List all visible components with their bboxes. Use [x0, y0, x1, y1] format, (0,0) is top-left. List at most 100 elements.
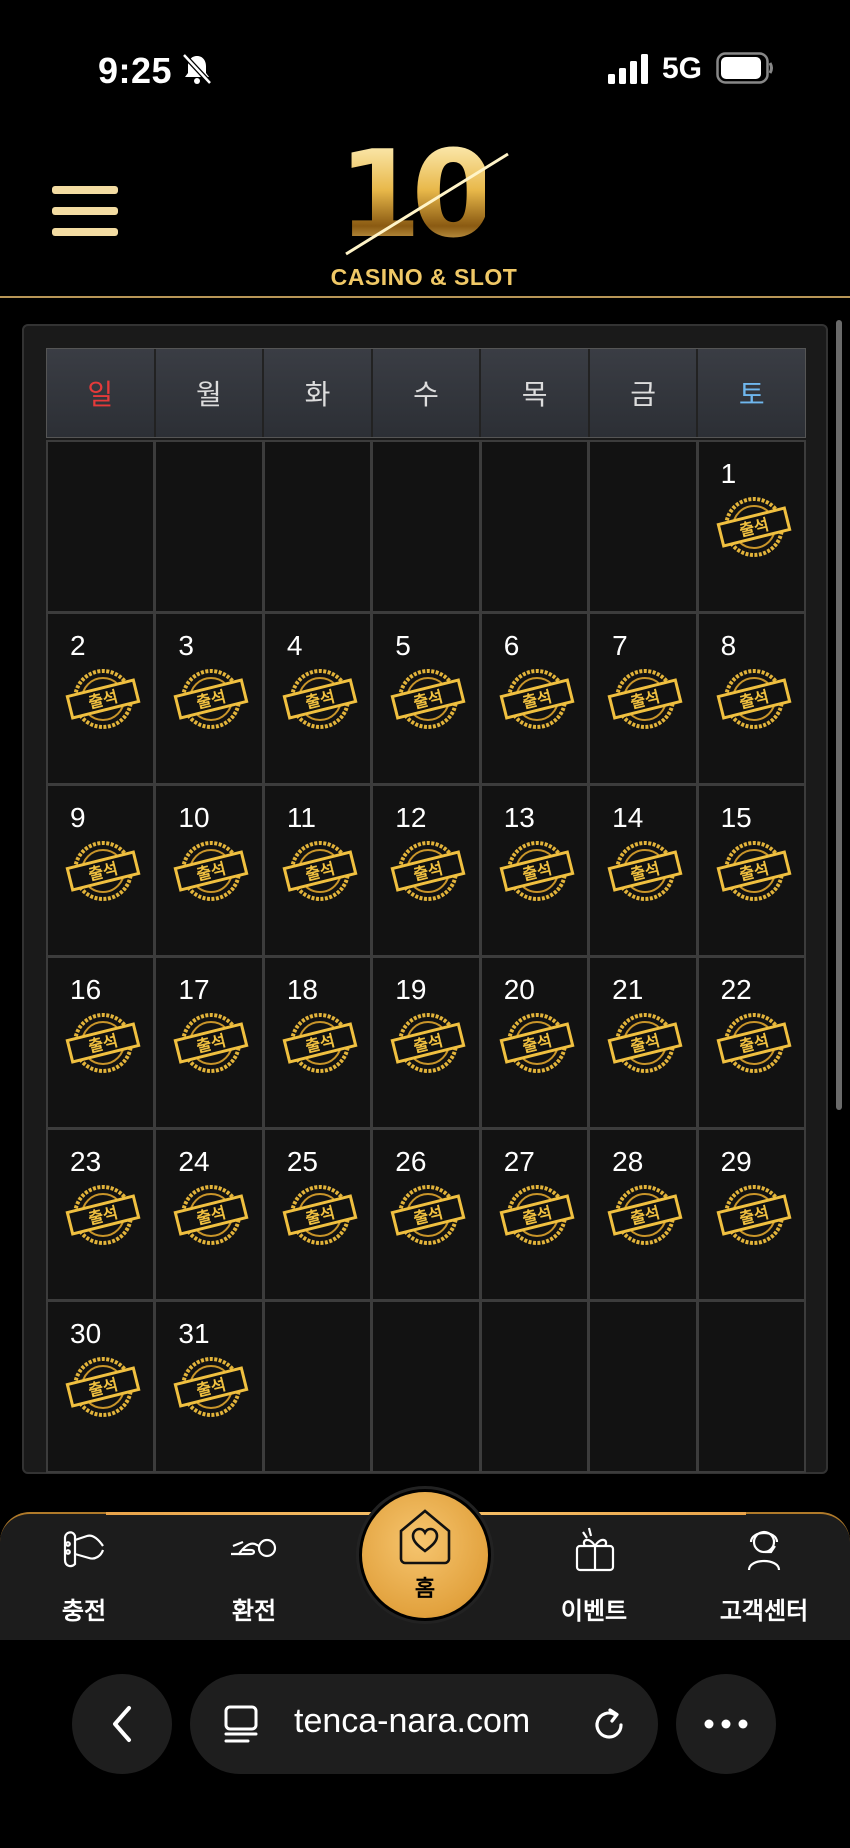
calendar-day-cell[interactable]: 20 출석	[481, 958, 588, 1127]
weekday-sunday: 일	[47, 349, 156, 437]
calendar-day-cell[interactable]: 3 출석	[156, 614, 262, 783]
calendar-day-cell[interactable]: 16 출석	[48, 958, 154, 1127]
day-number: 31	[178, 1318, 210, 1349]
calendar-day-cell[interactable]: 30 출석	[48, 1302, 154, 1471]
calendar-day-cell[interactable]: 27 출석	[481, 1130, 588, 1299]
page-scrollbar[interactable]	[836, 320, 842, 1110]
day-number: 24	[178, 1146, 210, 1177]
calendar-day-cell[interactable]: 5 출석	[373, 614, 479, 783]
calendar-day-cell[interactable]: 17 출석	[156, 958, 262, 1127]
calendar-day-cell[interactable]: 25 출석	[264, 1130, 371, 1299]
nav-home-button[interactable]: 홈	[356, 1486, 494, 1624]
attendance-stamp-icon: 출석	[499, 841, 575, 901]
attendance-stamp-icon: 출석	[173, 1013, 249, 1073]
calendar-day-cell[interactable]: 12 출석	[373, 786, 479, 955]
attendance-stamp-icon: 출석	[607, 1013, 683, 1073]
day-number: 14	[612, 802, 644, 833]
calendar-day-cell[interactable]: 31 출석	[156, 1302, 262, 1471]
nav-event[interactable]: 이벤트	[534, 1524, 654, 1626]
calendar-grid: 1 출석 2 출석 3 출석 4 출석 5 출석 6 출석 7 출석 8 출석 9 출석 10 출석 11 출석 12 출석 1…	[46, 440, 806, 1473]
attendance-stamp-icon: 출석	[282, 841, 358, 901]
day-number: 29	[720, 1146, 752, 1177]
day-number: 30	[70, 1318, 102, 1349]
calendar-day-cell[interactable]: 14 출석	[590, 786, 696, 955]
menu-line	[52, 186, 118, 194]
network-label: 5G	[662, 52, 703, 85]
calendar-day-cell[interactable]: 8 출석	[698, 614, 804, 783]
day-number: 11	[286, 802, 316, 833]
calendar-day-cell[interactable]: 4 출석	[264, 614, 371, 783]
logo-slash-icon	[345, 152, 509, 256]
calendar-day-cell[interactable]: 21 출석	[590, 958, 696, 1127]
attendance-stamp-icon: 출석	[65, 1185, 141, 1245]
attendance-stamp-icon: 출석	[499, 669, 575, 729]
attendance-stamp-icon: 출석	[282, 1013, 358, 1073]
day-number: 7	[612, 630, 628, 661]
calendar-day-cell[interactable]: 11 출석	[264, 786, 371, 955]
attendance-stamp-icon: 출석	[390, 841, 466, 901]
day-number: 18	[286, 974, 318, 1005]
calendar-day-cell[interactable]: 29 출석	[698, 1130, 804, 1299]
calendar-day-cell[interactable]: 23 출석	[48, 1130, 154, 1299]
calendar-day-cell[interactable]: 10 출석	[156, 786, 262, 955]
calendar-empty-cell	[698, 1302, 804, 1471]
weekday-tuesday: 화	[264, 349, 373, 437]
status-time: 9:25	[98, 50, 173, 91]
weekday-friday: 금	[589, 349, 699, 437]
calendar-day-cell[interactable]: 9 출석	[48, 786, 154, 955]
reload-icon[interactable]	[590, 1706, 628, 1744]
browser-back-button[interactable]	[72, 1674, 172, 1774]
day-number: 28	[612, 1146, 644, 1177]
attendance-stamp-icon: 출석	[65, 669, 141, 729]
attendance-stamp-icon: 출석	[65, 1013, 141, 1073]
calendar-day-cell[interactable]: 24 출석	[156, 1130, 262, 1299]
page-menu-icon	[224, 1705, 258, 1743]
attendance-stamp-icon: 출석	[716, 1013, 792, 1073]
calendar-day-cell[interactable]: 28 출석	[590, 1130, 696, 1299]
day-number: 5	[395, 630, 411, 661]
nav-support-label: 고객센터	[719, 1598, 809, 1625]
calendar-day-cell[interactable]: 19 출석	[373, 958, 479, 1127]
calendar-empty-cell	[156, 442, 262, 611]
day-number: 10	[178, 802, 210, 833]
calendar-day-cell[interactable]: 2 출석	[48, 614, 154, 783]
day-number: 15	[720, 802, 752, 833]
attendance-stamp-icon: 출석	[390, 1185, 466, 1245]
calendar-day-cell[interactable]: 7 출석	[590, 614, 696, 783]
browser-more-button[interactable]	[676, 1674, 776, 1774]
calendar-day-cell[interactable]: 6 출석	[481, 614, 588, 783]
calendar-empty-cell	[373, 1302, 479, 1471]
attendance-stamp-icon: 출석	[390, 1013, 466, 1073]
calendar-empty-cell	[373, 442, 479, 611]
attendance-stamp-icon: 출석	[716, 497, 792, 557]
day-number: 13	[503, 802, 535, 833]
attendance-stamp-icon: 출석	[607, 669, 683, 729]
calendar-day-cell[interactable]: 26 출석	[373, 1130, 479, 1299]
nav-exchange[interactable]: 환전	[194, 1524, 314, 1626]
calendar-empty-cell	[590, 442, 696, 611]
calendar-day-cell[interactable]: 15 출석	[698, 786, 804, 955]
attendance-stamp-icon: 출석	[173, 669, 249, 729]
site-logo[interactable]: 10 CASINO & SLOT	[318, 136, 530, 296]
day-number: 4	[286, 630, 303, 661]
nav-support[interactable]: 고객센터	[704, 1524, 824, 1626]
attendance-stamp-icon: 출석	[65, 841, 141, 901]
attendance-stamp-icon: 출석	[282, 669, 358, 729]
exchange-icon	[231, 1538, 277, 1558]
calendar-day-cell[interactable]: 22 출석	[698, 958, 804, 1127]
nav-charge[interactable]: 충전	[24, 1524, 144, 1626]
weekday-monday: 월	[155, 349, 265, 437]
calendar-day-cell[interactable]: 1 출석	[698, 442, 804, 611]
day-number: 6	[503, 630, 520, 661]
nav-charge-label: 충전	[61, 1598, 107, 1625]
url-address-bar[interactable]: tenca-nara.com	[190, 1674, 658, 1774]
nav-exchange-label: 환전	[231, 1598, 277, 1625]
attendance-calendar: 일 월 화 수 목 금 토 1 출석 2 출석 3 출석 4 출석 5 출석 6 출석 7 출석 8 출석 9 출…	[22, 324, 828, 1474]
weekday-saturday: 토	[698, 349, 806, 437]
calendar-day-cell[interactable]: 13 출석	[481, 786, 588, 955]
calendar-day-cell[interactable]: 18 출석	[264, 958, 371, 1127]
attendance-stamp-icon: 출석	[607, 841, 683, 901]
hamburger-menu-button[interactable]	[52, 186, 118, 244]
attendance-stamp-icon: 출석	[390, 669, 466, 729]
logo-subtitle: CASINO & SLOT	[330, 264, 518, 290]
